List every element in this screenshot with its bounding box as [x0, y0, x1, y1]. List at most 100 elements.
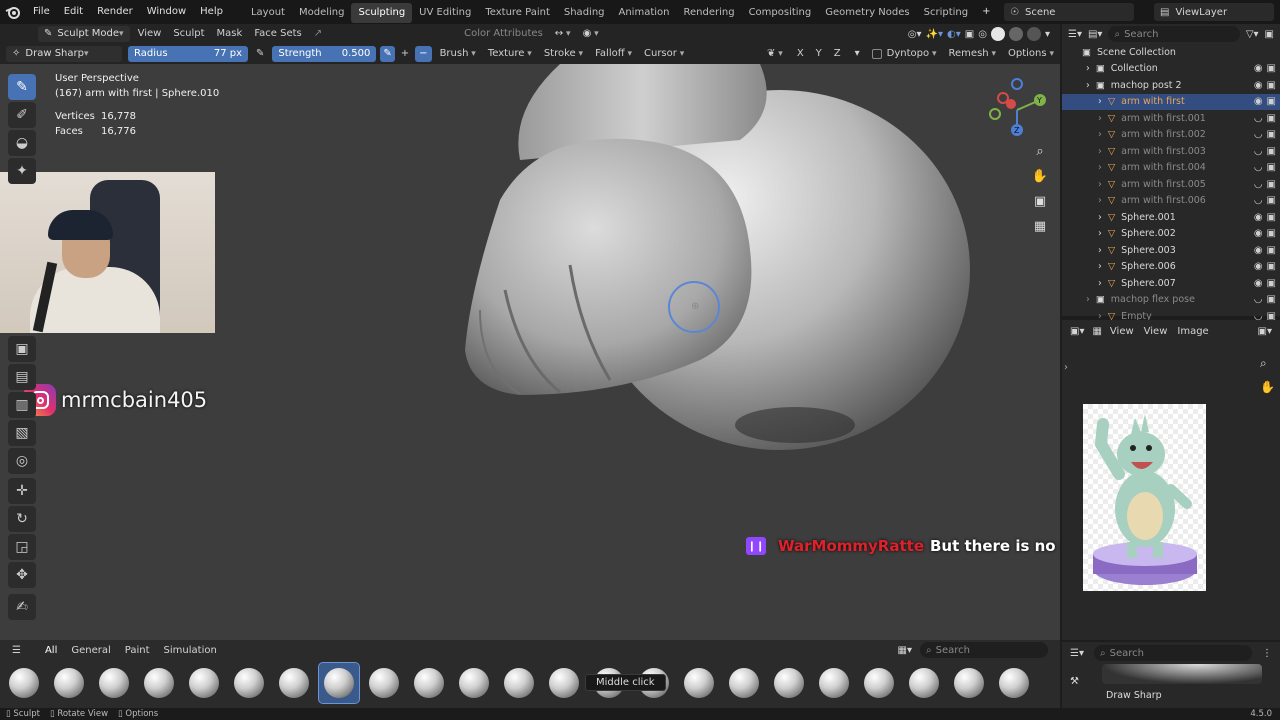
expand-arrow-icon[interactable]: ›	[1098, 179, 1102, 190]
brush-thumbnail[interactable]	[49, 663, 89, 703]
brush-thumbnail[interactable]	[724, 663, 764, 703]
shelf-tab-general[interactable]: General	[71, 645, 110, 656]
image-zoom-icon[interactable]: ⌕	[1260, 356, 1267, 371]
remesh-menu[interactable]: Remesh	[943, 44, 1002, 64]
outliner-row[interactable]: › ▽ Sphere.003 ◉ ▣	[1062, 242, 1280, 259]
outliner-row[interactable]: › ▣ Collection ◉ ▣	[1062, 61, 1280, 78]
gizmo-icon[interactable]: ✨▾	[926, 29, 943, 40]
header-menu-face-sets[interactable]: Face Sets	[248, 24, 307, 44]
brush-thumbnail[interactable]	[184, 663, 224, 703]
hide-in-viewport-icon[interactable]: ◉	[1254, 63, 1263, 74]
expand-arrow-icon[interactable]: ›	[1098, 195, 1102, 206]
tool-menu-cursor[interactable]: Cursor	[638, 44, 690, 64]
expand-arrow-icon[interactable]: ›	[1098, 212, 1102, 223]
disable-render-icon[interactable]: ▣	[1267, 162, 1276, 173]
add-workspace-button[interactable]: +	[975, 0, 997, 24]
disable-render-icon[interactable]: ▣	[1267, 195, 1276, 206]
outliner-row[interactable]: › ▽ Sphere.002 ◉ ▣	[1062, 226, 1280, 243]
line-project-tool-icon[interactable]: ▧	[8, 420, 36, 446]
outliner-row[interactable]: › ▽ arm with first.005 ◡ ▣	[1062, 176, 1280, 193]
hide-in-viewport-icon[interactable]: ◡	[1254, 195, 1263, 206]
expand-arrow-icon[interactable]: ›	[1098, 278, 1102, 289]
menu-window[interactable]: Window	[140, 0, 193, 24]
shelf-tab-all[interactable]: All	[45, 645, 57, 656]
expand-arrow-icon[interactable]: ›	[1098, 245, 1102, 256]
brush-thumbnail[interactable]	[454, 663, 494, 703]
brush-thumbnail[interactable]	[859, 663, 899, 703]
brush-thumbnail[interactable]	[409, 663, 449, 703]
image-browse-icon[interactable]: ▣▾	[1258, 326, 1272, 337]
shelf-tab-paint[interactable]: Paint	[125, 645, 150, 656]
tool-properties-tab-icon[interactable]: ⚒	[1070, 676, 1079, 687]
expand-arrow-icon[interactable]: ›	[1086, 63, 1090, 74]
brush-thumbnail[interactable]	[769, 663, 809, 703]
tab-scripting[interactable]: Scripting	[917, 3, 975, 23]
outliner-row[interactable]: › ▽ arm with first.001 ◡ ▣	[1062, 110, 1280, 127]
brush-thumbnail[interactable]	[318, 662, 360, 704]
image-menu-view[interactable]: View	[1110, 326, 1134, 337]
brush-thumbnail[interactable]	[274, 663, 314, 703]
symmetry-dropdown[interactable]: ▾	[849, 44, 866, 64]
expand-arrow-icon[interactable]: ›	[1098, 162, 1102, 173]
outliner-editor-type-icon[interactable]: ☰▾	[1068, 29, 1082, 40]
zoom-icon[interactable]: ⌕	[1030, 144, 1050, 169]
mask-tool-icon[interactable]: ◒	[8, 130, 36, 156]
expand-arrow-icon[interactable]: ›	[1098, 261, 1102, 272]
tab-layout[interactable]: Layout	[244, 3, 292, 23]
asset-shelf-search-field[interactable]: ⌕ Search	[920, 642, 1048, 658]
butterfly-icon[interactable]: ❦	[761, 44, 789, 64]
brush-thumbnail[interactable]	[94, 663, 134, 703]
dyntopo-checkbox[interactable]	[871, 49, 882, 59]
menu-file[interactable]: File	[26, 0, 57, 24]
expand-arrow-icon[interactable]: ›	[1086, 294, 1090, 305]
add-direction-button[interactable]: +	[397, 44, 413, 64]
expand-arrow-icon[interactable]: ›	[1098, 129, 1102, 140]
brush-thumbnail[interactable]	[229, 663, 269, 703]
menu-help[interactable]: Help	[193, 0, 230, 24]
disable-render-icon[interactable]: ▣	[1267, 146, 1276, 157]
hide-in-viewport-icon[interactable]: ◉	[1254, 96, 1263, 107]
outliner-search-field[interactable]: ⌕ Search	[1108, 26, 1240, 42]
disable-render-icon[interactable]: ▣	[1267, 294, 1276, 305]
solid-shading-icon[interactable]	[990, 27, 1005, 41]
hide-in-viewport-icon[interactable]: ◉	[1254, 228, 1263, 239]
brush-thumbnail[interactable]	[949, 663, 989, 703]
tab-rendering[interactable]: Rendering	[676, 3, 741, 23]
hide-in-viewport-icon[interactable]: ◉	[1254, 278, 1263, 289]
image-menu-view[interactable]: View	[1144, 326, 1168, 337]
visibility-icon[interactable]: ◎▾	[908, 29, 922, 40]
3d-viewport[interactable]: ⊕ User Perspective (167) arm with first …	[0, 64, 1060, 640]
box-trim-tool-icon[interactable]: ▥	[8, 392, 36, 418]
transform-tool-icon[interactable]: ✥	[8, 562, 36, 588]
header-menu-view[interactable]: View	[132, 24, 168, 44]
tool-menu-stroke[interactable]: Stroke	[538, 44, 589, 64]
outliner-row[interactable]: › ▣ machop post 2 ◉ ▣	[1062, 77, 1280, 94]
new-collection-icon[interactable]: ▣	[1265, 29, 1274, 40]
disable-render-icon[interactable]: ▣	[1267, 96, 1276, 107]
properties-pin-icon[interactable]: ⋮	[1262, 648, 1272, 659]
hide-in-viewport-icon[interactable]: ◡	[1254, 113, 1263, 124]
axis-toggle-z[interactable]: Z	[828, 44, 847, 64]
face-sets-extra-icon[interactable]: ↗	[308, 24, 328, 44]
shelf-tab-simulation[interactable]: Simulation	[164, 645, 217, 656]
ortho-grid-icon[interactable]: ▦	[1030, 219, 1050, 244]
tab-animation[interactable]: Animation	[612, 3, 677, 23]
hide-in-viewport-icon[interactable]: ◡	[1254, 129, 1263, 140]
asset-shelf-menu-icon[interactable]: ☰	[12, 645, 21, 656]
image-pan-icon[interactable]: ✋	[1260, 380, 1275, 394]
outliner-row[interactable]: › ▣ machop flex pose ◡ ▣	[1062, 292, 1280, 309]
xray-icon[interactable]: ▣	[965, 29, 974, 40]
rendered-shading-icon[interactable]	[1026, 27, 1041, 41]
axis-toggle-y[interactable]: Y	[810, 44, 828, 64]
scene-selector[interactable]: ☉ Scene	[1004, 3, 1134, 21]
outliner-row[interactable]: › ▽ Sphere.006 ◉ ▣	[1062, 259, 1280, 276]
brush-thumbnail[interactable]	[364, 663, 404, 703]
mesh-filter-tool-icon[interactable]: ◎	[8, 448, 36, 474]
disable-render-icon[interactable]: ▣	[1267, 261, 1276, 272]
navigation-gizmo[interactable]: Y Z	[985, 78, 1050, 143]
tool-menu-brush[interactable]: Brush	[434, 44, 482, 64]
tab-compositing[interactable]: Compositing	[742, 3, 819, 23]
outliner-row[interactable]: › ▽ arm with first.002 ◡ ▣	[1062, 127, 1280, 144]
strength-field[interactable]: Strength 0.500	[272, 46, 377, 62]
expand-arrow-icon[interactable]: ›	[1098, 146, 1102, 157]
